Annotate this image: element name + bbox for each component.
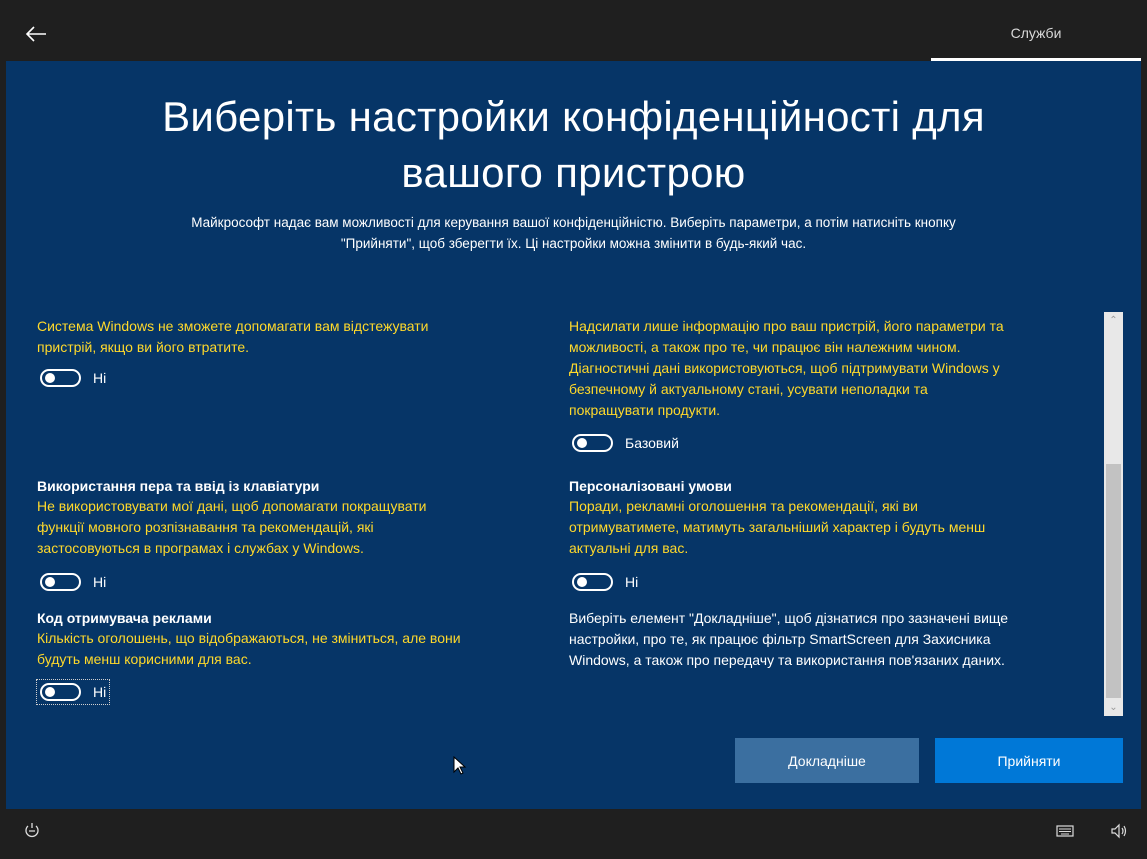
toggle-knob (45, 577, 55, 587)
inking-desc-line1: Не використовувати мої дані, щоб допомаг… (37, 498, 427, 514)
setting-find-device: Система Windows не зможете допомагати ва… (37, 316, 557, 387)
inking-toggle[interactable] (40, 573, 81, 591)
scroll-up-icon[interactable]: ⌃ (1104, 312, 1123, 329)
oobe-window: Служби Виберіть настройки конфіденційнос… (6, 6, 1141, 853)
advertising-id-toggle-label: Ні (93, 684, 107, 700)
diagnostics-desc-line4: безпечному й актуальному стані, усувати … (569, 381, 928, 397)
setting-tailored-experiences: Персоналізовані умови Поради, рекламні о… (569, 476, 1099, 591)
page-title-line1: Виберіть настройки конфіденційності для (162, 93, 985, 140)
tailored-toggle-label: Ні (625, 574, 639, 590)
tailored-heading: Персоналізовані умови (569, 478, 732, 494)
diagnostics-desc-line5: покращувати продукти. (569, 402, 721, 418)
tab-services-label: Служби (1010, 25, 1062, 41)
settings-scrollbar[interactable]: ⌃ ⌄ (1104, 312, 1123, 716)
learn-more-info-text: Виберіть елемент "Докладніше", щоб дізна… (569, 608, 1099, 671)
accept-button[interactable]: Прийняти (935, 738, 1123, 783)
learn-more-info: Виберіть елемент "Докладніше", щоб дізна… (569, 608, 1099, 671)
inking-description: Не використовувати мої дані, щоб допомаг… (37, 496, 557, 559)
tailored-description: Поради, рекламні оголошення та рекоменда… (569, 496, 1099, 559)
find-device-toggle-row[interactable]: Ні (37, 366, 109, 390)
diagnostics-description: Надсилати лише інформацію про ваш пристр… (569, 316, 1099, 421)
bottom-bar (6, 809, 1141, 853)
advertising-id-description: Кількість оголошень, що відображаються, … (37, 628, 557, 670)
diagnostics-toggle-row[interactable]: Базовий (569, 431, 682, 455)
tab-underline (931, 58, 1141, 61)
inking-desc-line2: функції мовного розпізнавання та рекомен… (37, 519, 374, 535)
inking-toggle-label: Ні (93, 574, 107, 590)
inking-toggle-row[interactable]: Ні (37, 570, 109, 594)
setting-diagnostics: Надсилати лише інформацію про ваш пристр… (569, 316, 1099, 452)
top-bar: Служби (6, 6, 1141, 61)
page-subtitle-line1: Майкрософт надає вам можливості для керу… (191, 215, 956, 230)
find-device-toggle-label: Ні (93, 370, 107, 386)
info-line1: Виберіть елемент "Докладніше", щоб дізна… (569, 610, 1009, 626)
find-device-description: Система Windows не зможете допомагати ва… (37, 316, 557, 358)
advertising-id-toggle-row[interactable]: Ні (35, 679, 111, 705)
toggle-knob (577, 438, 587, 448)
mouse-cursor-icon (453, 756, 467, 775)
inking-desc-line3: застосовуються в програмах і службах у W… (37, 540, 364, 556)
tailored-toggle[interactable] (572, 573, 613, 591)
find-device-desc-line2: пристрій, якщо ви його втратите. (37, 339, 250, 355)
toggle-knob (45, 687, 55, 697)
diagnostics-desc-line1: Надсилати лише інформацію про ваш пристр… (569, 318, 1004, 334)
info-line2: настройки, про те, як працює фільтр Smar… (569, 631, 991, 647)
diagnostics-desc-line3: Діагностичні дані використовуються, щоб … (569, 360, 1000, 376)
tab-services[interactable]: Служби (931, 6, 1141, 61)
tailored-desc-line2: отримуватимете, матимуть загальніший хар… (569, 519, 986, 535)
back-arrow-icon (25, 26, 46, 42)
toggle-knob (45, 373, 55, 383)
diagnostics-toggle-label: Базовий (625, 435, 679, 451)
setting-inking: Використання пера та ввід із клавіатури … (37, 476, 557, 591)
back-button[interactable] (20, 18, 52, 50)
diagnostics-toggle[interactable] (572, 434, 613, 452)
find-device-toggle[interactable] (40, 369, 81, 387)
volume-icon[interactable] (1109, 821, 1129, 841)
learn-more-button[interactable]: Докладніше (735, 738, 919, 783)
tailored-desc-line3: актуальні для вас. (569, 540, 689, 556)
advertising-id-desc-line1: Кількість оголошень, що відображаються, … (37, 630, 461, 646)
page-subtitle: Майкрософт надає вам можливості для керу… (66, 212, 1081, 254)
page-subtitle-line2: "Прийняти", щоб зберегти їх. Ці настройк… (340, 236, 807, 251)
find-device-desc-line1: Система Windows не зможете допомагати ва… (37, 318, 429, 334)
setting-advertising-id: Код отримувача реклами Кількість оголоше… (35, 608, 557, 705)
info-line3: Windows, а також про передачу та викорис… (569, 652, 1005, 668)
scroll-thumb[interactable] (1106, 464, 1121, 698)
toggle-knob (577, 577, 587, 587)
inking-heading: Використання пера та ввід із клавіатури (37, 478, 320, 494)
page-title-line2: вашого пристрою (401, 149, 746, 196)
advertising-id-desc-line2: будуть менш корисними для вас. (37, 651, 252, 667)
tailored-desc-line1: Поради, рекламні оголошення та рекоменда… (569, 498, 918, 514)
advertising-id-toggle[interactable] (40, 683, 81, 701)
diagnostics-desc-line2: можливості, а також про те, чи працює ві… (569, 339, 961, 355)
page-title: Виберіть настройки конфіденційності для … (46, 89, 1101, 201)
keyboard-icon[interactable] (1055, 821, 1075, 841)
advertising-id-heading: Код отримувача реклами (37, 610, 212, 626)
tailored-toggle-row[interactable]: Ні (569, 570, 641, 594)
scroll-down-icon[interactable]: ⌄ (1104, 699, 1123, 716)
ease-of-access-icon[interactable] (22, 821, 42, 841)
